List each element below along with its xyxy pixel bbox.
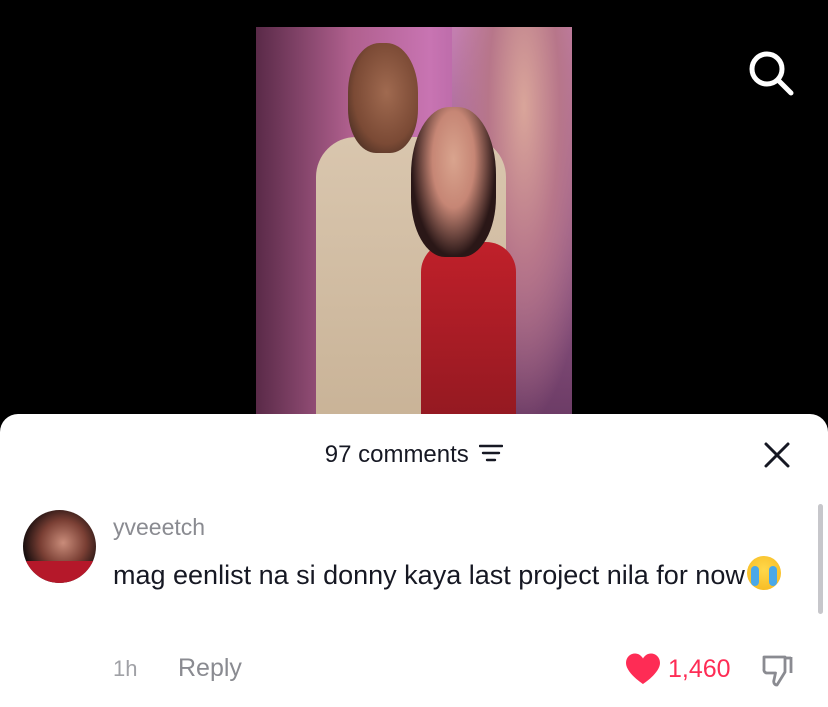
avatar-shirt [23, 561, 96, 583]
comment-body: mag eenlist na si donny kaya last projec… [113, 554, 803, 596]
comments-sheet: 97 comments yveeetch mag eenlist na si d… [0, 414, 828, 707]
video-person-man-head [348, 43, 418, 153]
avatar[interactable] [23, 510, 96, 583]
search-icon[interactable] [748, 50, 794, 96]
video-player[interactable] [256, 27, 572, 427]
comment-username[interactable]: yveeetch [113, 514, 205, 541]
comment-time: 1h [113, 656, 138, 681]
video-person-woman [421, 242, 516, 427]
comment-count: 97 comments [324, 441, 469, 468]
comments-header: 97 comments [0, 441, 828, 473]
loudly-crying-face-icon [746, 556, 781, 590]
heart-icon[interactable] [624, 652, 662, 686]
thumbs-down-icon[interactable] [760, 652, 796, 688]
like-count: 1,460 [668, 655, 731, 683]
comment-text: mag eenlist na si donny kaya last projec… [113, 560, 745, 590]
filter-sort-icon[interactable] [479, 443, 504, 468]
close-icon[interactable] [762, 440, 792, 470]
reply-button[interactable]: Reply [178, 654, 242, 683]
scrollbar[interactable] [818, 504, 823, 614]
video-person-woman-head [411, 107, 496, 257]
